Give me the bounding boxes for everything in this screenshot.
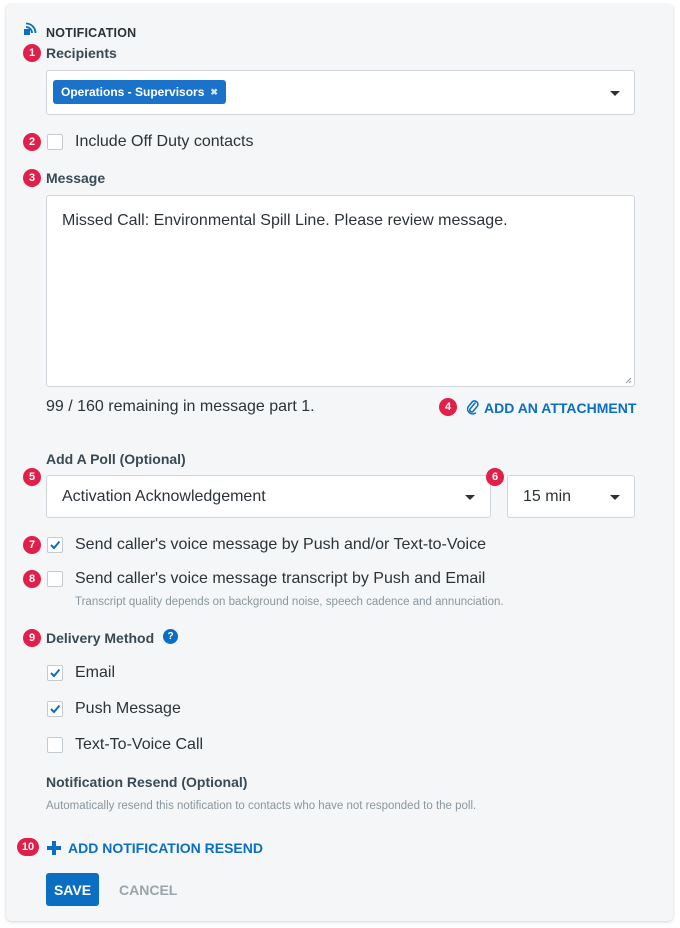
step-badge-6: 6 (486, 468, 504, 486)
save-button[interactable]: SAVE (46, 873, 99, 906)
resize-handle-icon[interactable] (625, 377, 632, 384)
resend-hint: Automatically resend this notification t… (46, 800, 477, 812)
add-resend-link[interactable]: ADD NOTIFICATION RESEND (68, 840, 263, 856)
delivery-voice-checkbox[interactable] (47, 737, 63, 753)
step-badge-3: 3 (23, 169, 41, 187)
section-title: NOTIFICATION (46, 26, 137, 40)
recipients-label: Recipients (46, 45, 117, 61)
delivery-push-label: Push Message (75, 700, 181, 717)
poll-timeout-select[interactable]: 15 min (507, 475, 635, 518)
tag-remove-icon[interactable]: ✖ (210, 87, 218, 98)
delivery-label: Delivery Method (46, 630, 155, 646)
resend-label: Notification Resend (Optional) (46, 774, 248, 790)
message-label: Message (46, 170, 106, 186)
chevron-down-icon[interactable] (610, 91, 620, 96)
step-badge-2: 2 (23, 133, 41, 151)
transcript-label: Send caller's voice message transcript b… (75, 570, 486, 587)
transcript-hint: Transcript quality depends on background… (75, 596, 504, 608)
poll-select[interactable]: Activation Acknowledgement (46, 475, 491, 518)
delivery-email-checkbox[interactable] (47, 665, 63, 681)
off-duty-label: Include Off Duty contacts (75, 133, 254, 150)
step-badge-9: 9 (23, 629, 41, 647)
delivery-email-label: Email (75, 664, 116, 681)
poll-selected-value: Activation Acknowledgement (62, 488, 266, 505)
chevron-down-icon[interactable] (465, 495, 475, 500)
cancel-button[interactable]: CANCEL (119, 882, 177, 898)
recipient-tag[interactable]: Operations - Supervisors ✖ (53, 80, 226, 104)
off-duty-checkbox[interactable] (47, 134, 63, 150)
question-icon[interactable]: ? (163, 629, 178, 644)
broadcast-icon (24, 22, 37, 35)
delivery-push-checkbox[interactable] (47, 701, 63, 717)
notification-panel: NOTIFICATION 1 Recipients Operations - S… (6, 4, 673, 921)
add-attachment-link[interactable]: ADD AN ATTACHMENT (484, 400, 636, 416)
transcript-checkbox[interactable] (47, 571, 63, 587)
voice-push-label: Send caller's voice message by Push and/… (75, 536, 486, 553)
step-badge-1: 1 (23, 44, 41, 62)
poll-timeout-value: 15 min (523, 488, 572, 505)
message-text: Missed Call: Environmental Spill Line. P… (62, 212, 508, 229)
step-badge-5: 5 (23, 468, 41, 486)
chevron-down-icon[interactable] (610, 495, 620, 500)
checkmark-icon (50, 704, 61, 714)
voice-push-checkbox[interactable] (47, 537, 63, 553)
recipient-tag-label: Operations - Supervisors (61, 85, 205, 99)
poll-label: Add A Poll (Optional) (46, 451, 186, 467)
message-textarea[interactable]: Missed Call: Environmental Spill Line. P… (46, 195, 635, 387)
character-counter: 99 / 160 remaining in message part 1. (46, 398, 315, 415)
checkmark-icon (50, 540, 61, 550)
step-badge-4: 4 (439, 398, 457, 416)
checkmark-icon (50, 668, 61, 678)
plus-icon[interactable] (46, 840, 62, 856)
recipients-select[interactable]: Operations - Supervisors ✖ (46, 70, 635, 115)
step-badge-8: 8 (23, 570, 41, 588)
step-badge-7: 7 (23, 536, 41, 554)
delivery-voice-label: Text-To-Voice Call (75, 736, 204, 753)
step-badge-10: 10 (17, 838, 39, 856)
paperclip-icon[interactable] (465, 399, 480, 415)
